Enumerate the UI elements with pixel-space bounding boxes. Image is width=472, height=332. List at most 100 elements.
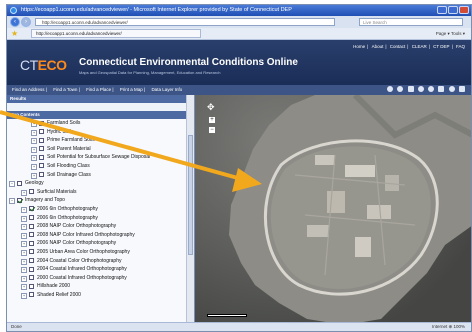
expand-toggle-icon[interactable]: +: [31, 172, 37, 179]
sidebar-scrollbar[interactable]: [186, 95, 194, 325]
expand-toggle-icon[interactable]: +: [21, 241, 27, 248]
expand-toggle-icon[interactable]: +: [21, 249, 27, 256]
search-input[interactable]: Live Search: [359, 18, 463, 26]
print-tool-icon[interactable]: [459, 86, 465, 92]
maximize-button[interactable]: [448, 6, 458, 14]
pan-arrows-icon[interactable]: ✥: [207, 103, 215, 112]
nav-find-address[interactable]: Find an Address: [12, 87, 45, 92]
layer-checkbox[interactable]: [29, 232, 34, 238]
layer-checkbox[interactable]: [29, 189, 34, 195]
nav-print-map[interactable]: Print a Map: [120, 87, 143, 92]
layer-row[interactable]: +2004 Coastal Color Orthophotography: [7, 257, 187, 266]
nav-data-layer-info[interactable]: Data Layer Info: [151, 87, 182, 92]
expand-toggle-icon[interactable]: +: [31, 129, 37, 136]
layer-checkbox[interactable]: [29, 275, 34, 281]
layer-checkbox[interactable]: [29, 223, 34, 229]
identify-tool-icon[interactable]: [438, 86, 445, 92]
layer-row[interactable]: + Hillshade 2000: [7, 282, 187, 291]
expand-toggle-icon[interactable]: −: [9, 198, 15, 205]
scrollbar-thumb[interactable]: [188, 135, 193, 255]
expand-toggle-icon[interactable]: −: [9, 181, 15, 188]
layer-row[interactable]: − Geology: [7, 179, 187, 188]
layer-checkbox[interactable]: [29, 258, 34, 263]
expand-toggle-icon[interactable]: +: [31, 138, 37, 145]
layer-row[interactable]: − Imagery and Topo: [7, 196, 187, 205]
layer-checkbox[interactable]: [39, 137, 44, 143]
favorites-star-icon[interactable]: ★: [11, 29, 18, 38]
back-extent-icon[interactable]: [428, 86, 435, 92]
close-button[interactable]: [459, 6, 469, 14]
map-view[interactable]: ✥ + −: [195, 95, 471, 325]
cteco-logo[interactable]: CTECO: [20, 57, 67, 73]
layer-row[interactable]: + Hydric Soils: [7, 128, 187, 137]
layer-row[interactable]: + Soil Flooding Class: [7, 162, 187, 171]
nav-find-town[interactable]: Find a Town: [53, 87, 77, 92]
layer-row[interactable]: + Farmland Soils: [7, 119, 187, 128]
expand-toggle-icon[interactable]: +: [21, 232, 27, 239]
layer-row[interactable]: + Prime Farmland Soils: [7, 136, 187, 145]
expand-toggle-icon[interactable]: +: [21, 189, 27, 196]
back-button[interactable]: ‹: [10, 17, 20, 27]
layer-row[interactable]: +2006 6in Orthophotography: [7, 205, 187, 214]
expand-toggle-icon[interactable]: +: [21, 292, 27, 299]
layer-checkbox[interactable]: [29, 292, 34, 298]
layer-checkbox[interactable]: [29, 249, 34, 255]
expand-toggle-icon[interactable]: +: [31, 163, 37, 170]
layer-row[interactable]: +2006 6in Orthophotography: [7, 214, 187, 223]
layer-checkbox[interactable]: [39, 172, 44, 178]
expand-toggle-icon[interactable]: +: [21, 215, 27, 222]
layer-checkbox[interactable]: [39, 146, 44, 152]
expand-toggle-icon[interactable]: +: [21, 275, 27, 282]
zoom-in-tool-icon[interactable]: [387, 86, 394, 92]
zoom-in-button[interactable]: +: [209, 117, 215, 123]
layer-row[interactable]: + Soil Parent Material: [7, 145, 187, 154]
layer-checkbox[interactable]: [29, 240, 34, 246]
layer-row[interactable]: + Soil Potential for Subsurface Sewage Di…: [7, 153, 187, 162]
layer-row[interactable]: +2008 NAIP Color Orthophotography: [7, 222, 187, 231]
layer-row[interactable]: +2008 NAIP Color Infrared Orthophotograp…: [7, 231, 187, 240]
layer-row[interactable]: + Shaded Relief 2000: [7, 291, 187, 300]
expand-toggle-icon[interactable]: +: [21, 284, 27, 291]
layer-row[interactable]: +2006 NAIP Color Orthophotography: [7, 239, 187, 248]
top-link-home[interactable]: Home: [353, 44, 365, 49]
layer-checkbox[interactable]: [39, 163, 44, 169]
top-link-clear[interactable]: CLEAR: [412, 44, 427, 49]
results-panel-header[interactable]: Results: [7, 95, 194, 103]
expand-toggle-icon[interactable]: +: [31, 121, 37, 127]
minimize-button[interactable]: [437, 6, 447, 14]
layer-row[interactable]: +2000 Coastal Infrared Orthophotography: [7, 274, 187, 283]
layer-checkbox[interactable]: [17, 180, 22, 186]
nav-find-place[interactable]: Find a Place: [86, 87, 111, 92]
expand-toggle-icon[interactable]: +: [21, 258, 27, 265]
expand-toggle-icon[interactable]: +: [21, 224, 27, 231]
layer-checkbox[interactable]: [39, 154, 44, 160]
layer-row[interactable]: +2004 Coastal Infrared Orthophotography: [7, 265, 187, 274]
layer-checkbox[interactable]: [17, 197, 22, 203]
address-input[interactable]: http://ecoapp1.uconn.edu/advancedviewer/: [35, 18, 335, 26]
map-contents-panel-header[interactable]: Map Contents: [7, 111, 194, 119]
layer-checkbox[interactable]: [39, 120, 44, 126]
layer-checkbox[interactable]: [29, 283, 34, 289]
layer-checkbox[interactable]: [29, 266, 34, 272]
top-link-ctdep[interactable]: CT DEP: [433, 44, 449, 49]
top-link-contact[interactable]: Contact: [390, 44, 406, 49]
expand-toggle-icon[interactable]: +: [21, 267, 27, 274]
layer-checkbox[interactable]: [39, 129, 44, 135]
measure-tool-icon[interactable]: [448, 86, 455, 92]
expand-toggle-icon[interactable]: +: [31, 155, 37, 162]
browser-tab[interactable]: http://ecoapp1.uconn.edu/advancedviewer/: [31, 29, 201, 38]
forward-button[interactable]: ›: [21, 17, 31, 27]
zoom-out-button[interactable]: −: [209, 127, 215, 133]
layer-checkbox[interactable]: [29, 215, 34, 221]
layer-checkbox[interactable]: [29, 206, 34, 212]
layer-row[interactable]: + Soil Drainage Class: [7, 171, 187, 180]
pan-tool-icon[interactable]: [407, 86, 414, 92]
layer-row[interactable]: +2005 Urban Area Color Orthophotography: [7, 248, 187, 257]
zoom-out-tool-icon[interactable]: [397, 86, 404, 92]
expand-toggle-icon[interactable]: +: [21, 206, 27, 213]
layer-row[interactable]: + Surficial Materials: [7, 188, 187, 197]
command-bar[interactable]: Page ▾ Tools ▾: [436, 29, 465, 38]
top-link-about[interactable]: About: [372, 44, 384, 49]
top-link-faq[interactable]: FAQ: [456, 44, 465, 49]
full-extent-icon[interactable]: [417, 86, 424, 92]
